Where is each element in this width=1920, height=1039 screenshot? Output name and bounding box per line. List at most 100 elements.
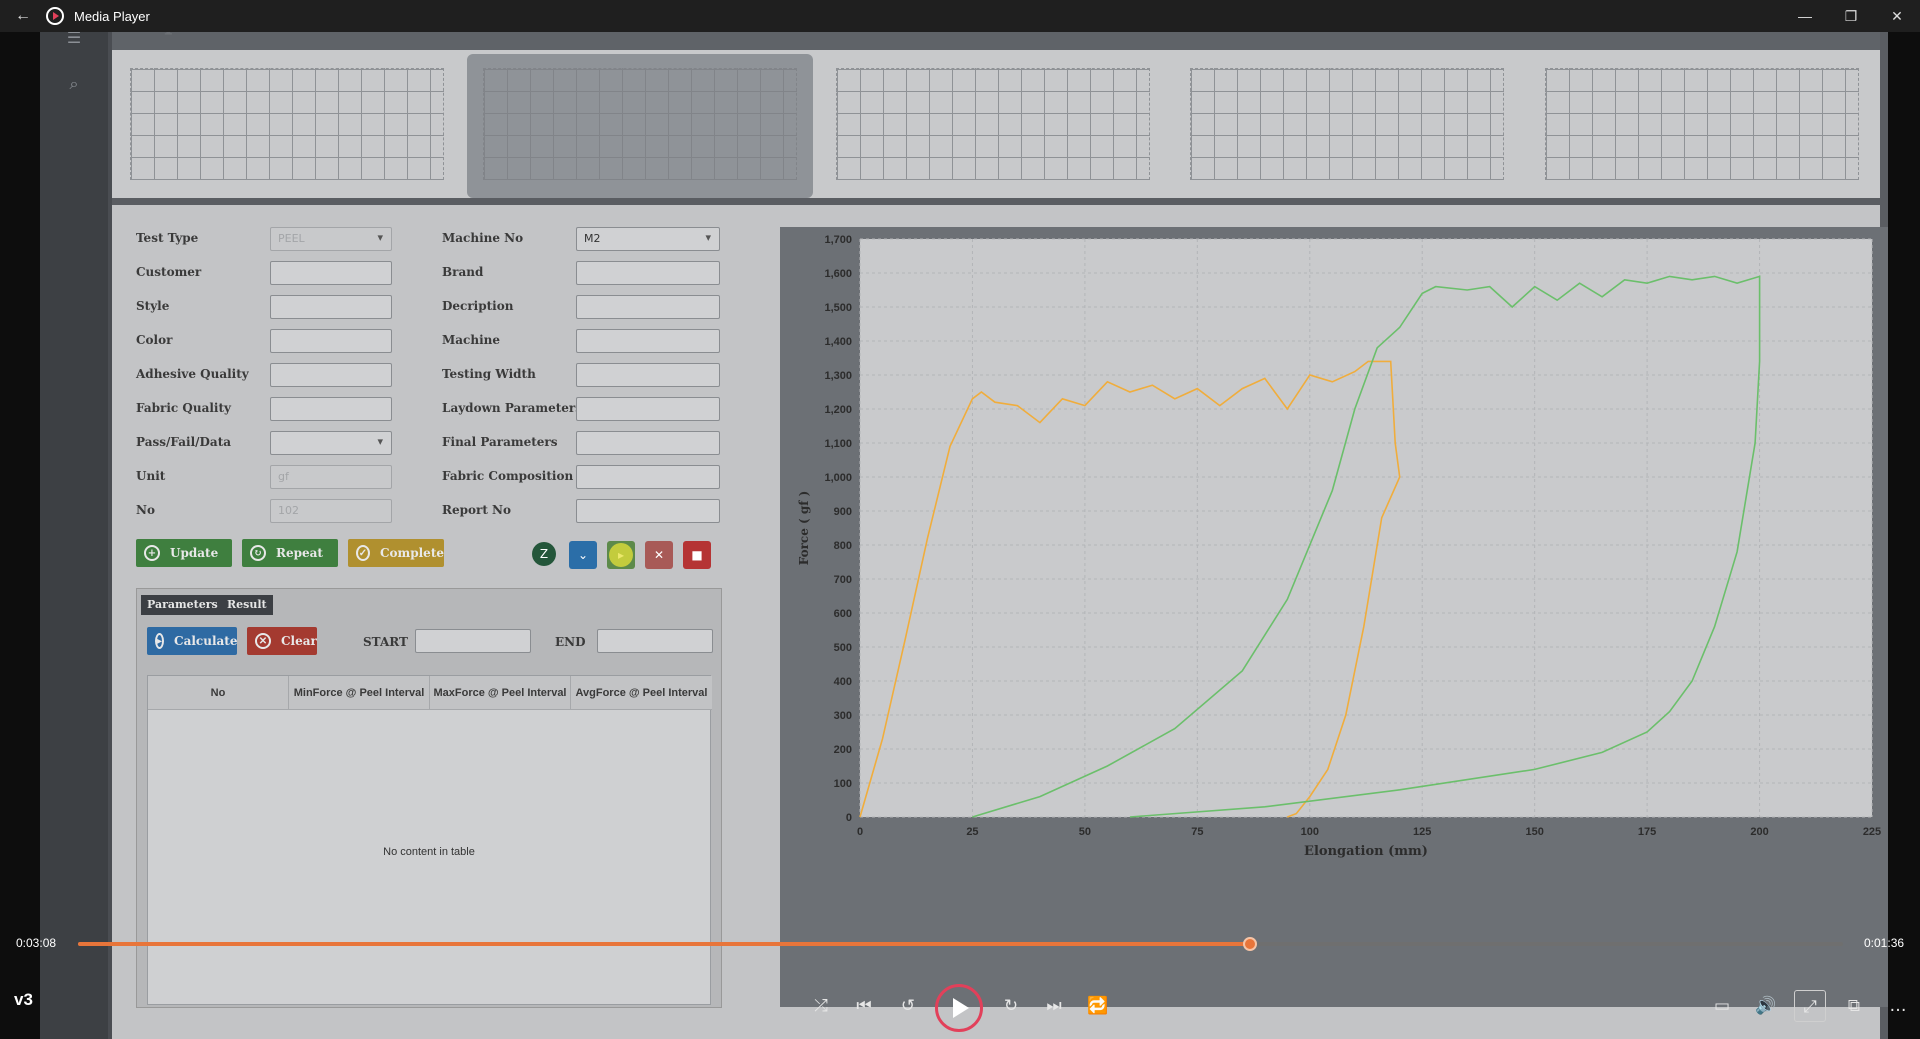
down-arrow-button[interactable]: ⌄: [569, 541, 597, 569]
start-label: START: [363, 635, 408, 649]
report-thumbnail[interactable]: [1190, 68, 1504, 180]
x-tick-label: 0: [857, 826, 863, 838]
shuffle-icon[interactable]: ⤮: [805, 990, 837, 1022]
play-button[interactable]: [935, 984, 983, 1032]
y-tick-label: 1,100: [824, 438, 852, 450]
repeat-button[interactable]: ↻ Repeat: [242, 539, 338, 567]
y-tick-label: 200: [834, 744, 852, 756]
search-icon[interactable]: ⌕: [62, 72, 86, 96]
report-thumbnail[interactable]: [130, 68, 444, 180]
calculate-button[interactable]: ▸ Calculate: [147, 627, 237, 655]
clear-button-label: Clear: [281, 634, 317, 648]
stop-button[interactable]: ■: [683, 541, 711, 569]
test-type-label: Test Type: [136, 231, 199, 245]
complete-button[interactable]: ✓ Complete: [348, 539, 444, 567]
tab-parameters[interactable]: Parameters: [141, 595, 224, 615]
zoom-icon[interactable]: Z: [532, 542, 556, 566]
pass-fail-select[interactable]: [270, 431, 392, 455]
cancel-x-button[interactable]: ✕: [645, 541, 673, 569]
brand-field[interactable]: [576, 261, 720, 285]
report-no-field[interactable]: [576, 499, 720, 523]
laydown-parameters-field[interactable]: [576, 397, 720, 421]
update-button[interactable]: + Update: [136, 539, 232, 567]
fabric-composition-field[interactable]: [576, 465, 720, 489]
report-thumbnail[interactable]: [1545, 68, 1859, 180]
no-label: No: [136, 503, 155, 517]
close-button[interactable]: ✕: [1874, 8, 1920, 25]
tab-result[interactable]: Result: [221, 595, 273, 615]
y-tick-label: 600: [834, 608, 852, 620]
more-options-icon[interactable]: …: [1882, 990, 1914, 1022]
report-form-area: Test Type PEEL Customer Style Color Adhe…: [112, 205, 1888, 1039]
y-tick-label: 1,200: [824, 404, 852, 416]
end-label: END: [555, 635, 586, 649]
y-tick-label: 500: [834, 642, 852, 654]
machine-no-label: Machine No: [442, 231, 524, 245]
y-tick-label: 1,300: [824, 370, 852, 382]
media-player-app-icon: [46, 7, 64, 25]
restore-button[interactable]: ❐: [1828, 8, 1874, 25]
testing-width-label: Testing Width: [442, 367, 536, 381]
y-tick-label: 1,400: [824, 336, 852, 348]
adhesive-quality-field[interactable]: [270, 363, 392, 387]
minimize-button[interactable]: —: [1782, 8, 1828, 24]
fabric-quality-label: Fabric Quality: [136, 401, 231, 415]
rewind-10-icon[interactable]: ↺: [892, 990, 924, 1022]
testing-width-field[interactable]: [576, 363, 720, 387]
style-label: Style: [136, 299, 170, 313]
y-tick-label: 1,600: [824, 268, 852, 280]
color-field[interactable]: [270, 329, 392, 353]
y-tick-label: 1,500: [824, 302, 852, 314]
forward-30-icon[interactable]: ↻: [995, 990, 1027, 1022]
mini-view-icon[interactable]: ⧉: [1838, 990, 1870, 1022]
seek-bar-thumb[interactable]: [1242, 937, 1257, 951]
report-thumbnail[interactable]: [836, 68, 1150, 180]
repeat-button-label: Repeat: [276, 546, 323, 560]
description-field[interactable]: [576, 295, 720, 319]
final-parameters-label: Final Parameters: [442, 435, 558, 449]
fullscreen-icon[interactable]: ⤢: [1794, 990, 1826, 1022]
style-field[interactable]: [270, 295, 392, 319]
test-type-select[interactable]: PEEL: [270, 227, 392, 251]
clear-button[interactable]: ✕ Clear: [247, 627, 317, 655]
seek-bar[interactable]: [78, 937, 1843, 951]
brand-label: Brand: [442, 265, 484, 279]
laydown-parameters-label: Laydown Parameters: [442, 401, 582, 415]
check-icon: ✓: [356, 545, 370, 561]
x-tick-label: 225: [1863, 826, 1881, 838]
plus-icon: +: [144, 545, 160, 561]
column-header-no[interactable]: No: [148, 676, 289, 710]
fabric-quality-field[interactable]: [270, 397, 392, 421]
remaining-time: 0:01:36: [1864, 936, 1905, 950]
start-field[interactable]: [415, 629, 531, 653]
next-icon[interactable]: ⏭: [1038, 990, 1070, 1022]
video-frame: ☰ ⌕ Report Generate Test Type PEEL Custo…: [40, 0, 1888, 1039]
app-main: Report Generate Test Type PEEL Customer …: [112, 0, 1888, 1039]
report-thumbnail[interactable]: [483, 68, 797, 180]
back-arrow-icon[interactable]: ←: [0, 7, 46, 25]
repeat-icon[interactable]: 🔁: [1082, 990, 1114, 1022]
y-tick-label: 700: [834, 574, 852, 586]
x-tick-label: 75: [1191, 826, 1203, 838]
subtitles-icon[interactable]: ▭: [1706, 990, 1738, 1022]
final-parameters-field[interactable]: [576, 431, 720, 455]
machine-field[interactable]: [576, 329, 720, 353]
unit-field: gf: [270, 465, 392, 489]
title-bar: ← Media Player — ❐ ✕: [0, 0, 1920, 32]
end-field[interactable]: [597, 629, 713, 653]
player-controls: 0:03:08 0:01:36 v3 ⤮ ⏮ ↺ ↻ ⏭ 🔁 ▭ 🔊 ⤢ ⧉ …: [0, 924, 1920, 1039]
pass-fail-label: Pass/Fail/Data: [136, 435, 232, 449]
machine-no-select[interactable]: M2: [576, 227, 720, 251]
x-tick-label: 50: [1079, 826, 1091, 838]
volume-icon[interactable]: 🔊: [1750, 990, 1782, 1022]
previous-icon[interactable]: ⏮: [848, 990, 880, 1022]
elapsed-time: 0:03:08: [16, 936, 57, 950]
column-header-maxforce[interactable]: MaxForce @ Peel Interval: [430, 676, 571, 710]
x-tick-label: 100: [1301, 826, 1319, 838]
y-tick-label: 1,700: [824, 234, 852, 246]
refresh-icon: ↻: [250, 545, 266, 561]
report-thumbnail-strip: [112, 50, 1880, 198]
column-header-minforce[interactable]: MinForce @ Peel Interval: [289, 676, 430, 710]
column-header-avgforce[interactable]: AvgForce @ Peel Interval: [571, 676, 712, 710]
customer-field[interactable]: [270, 261, 392, 285]
